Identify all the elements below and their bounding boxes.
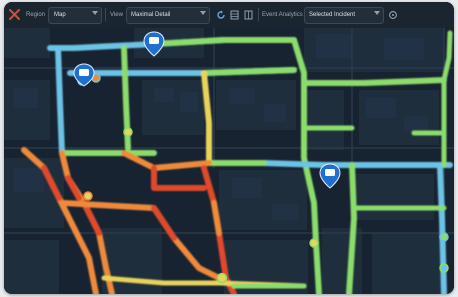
layers-icon[interactable]: [228, 8, 241, 21]
view-value: Maximal Detail: [131, 12, 171, 18]
settings-icon[interactable]: [386, 8, 399, 21]
close-icon[interactable]: [8, 8, 21, 21]
info-icon: [325, 169, 335, 176]
event-label: Event Analytics: [262, 12, 303, 18]
view-label: View: [110, 12, 123, 18]
sensor-point[interactable]: [439, 263, 449, 273]
region-value: Map: [54, 12, 66, 18]
chevron-down-icon[interactable]: [92, 11, 98, 15]
sensor-point[interactable]: [439, 232, 449, 242]
app-window: Region Map View Maximal Detail Event Ana…: [4, 2, 454, 294]
grid-icon[interactable]: [242, 8, 255, 21]
refresh-icon[interactable]: [214, 8, 227, 21]
region-label: Region: [26, 12, 46, 18]
chevron-down-icon[interactable]: [374, 11, 380, 15]
bus-icon: [79, 69, 89, 76]
toolbar-divider: [105, 8, 106, 21]
map-toolbar: Region Map View Maximal Detail Event Ana…: [4, 2, 454, 29]
sensor-point[interactable]: [309, 238, 319, 248]
sensor-point[interactable]: [123, 127, 133, 137]
chevron-down-icon[interactable]: [200, 11, 206, 15]
event-value: Selected Incident: [309, 12, 356, 18]
sensor-point[interactable]: [216, 272, 228, 284]
toolbar-divider: [258, 8, 259, 21]
bus-icon: [149, 37, 159, 44]
map-canvas[interactable]: [4, 28, 454, 294]
sensor-point[interactable]: [83, 191, 93, 201]
